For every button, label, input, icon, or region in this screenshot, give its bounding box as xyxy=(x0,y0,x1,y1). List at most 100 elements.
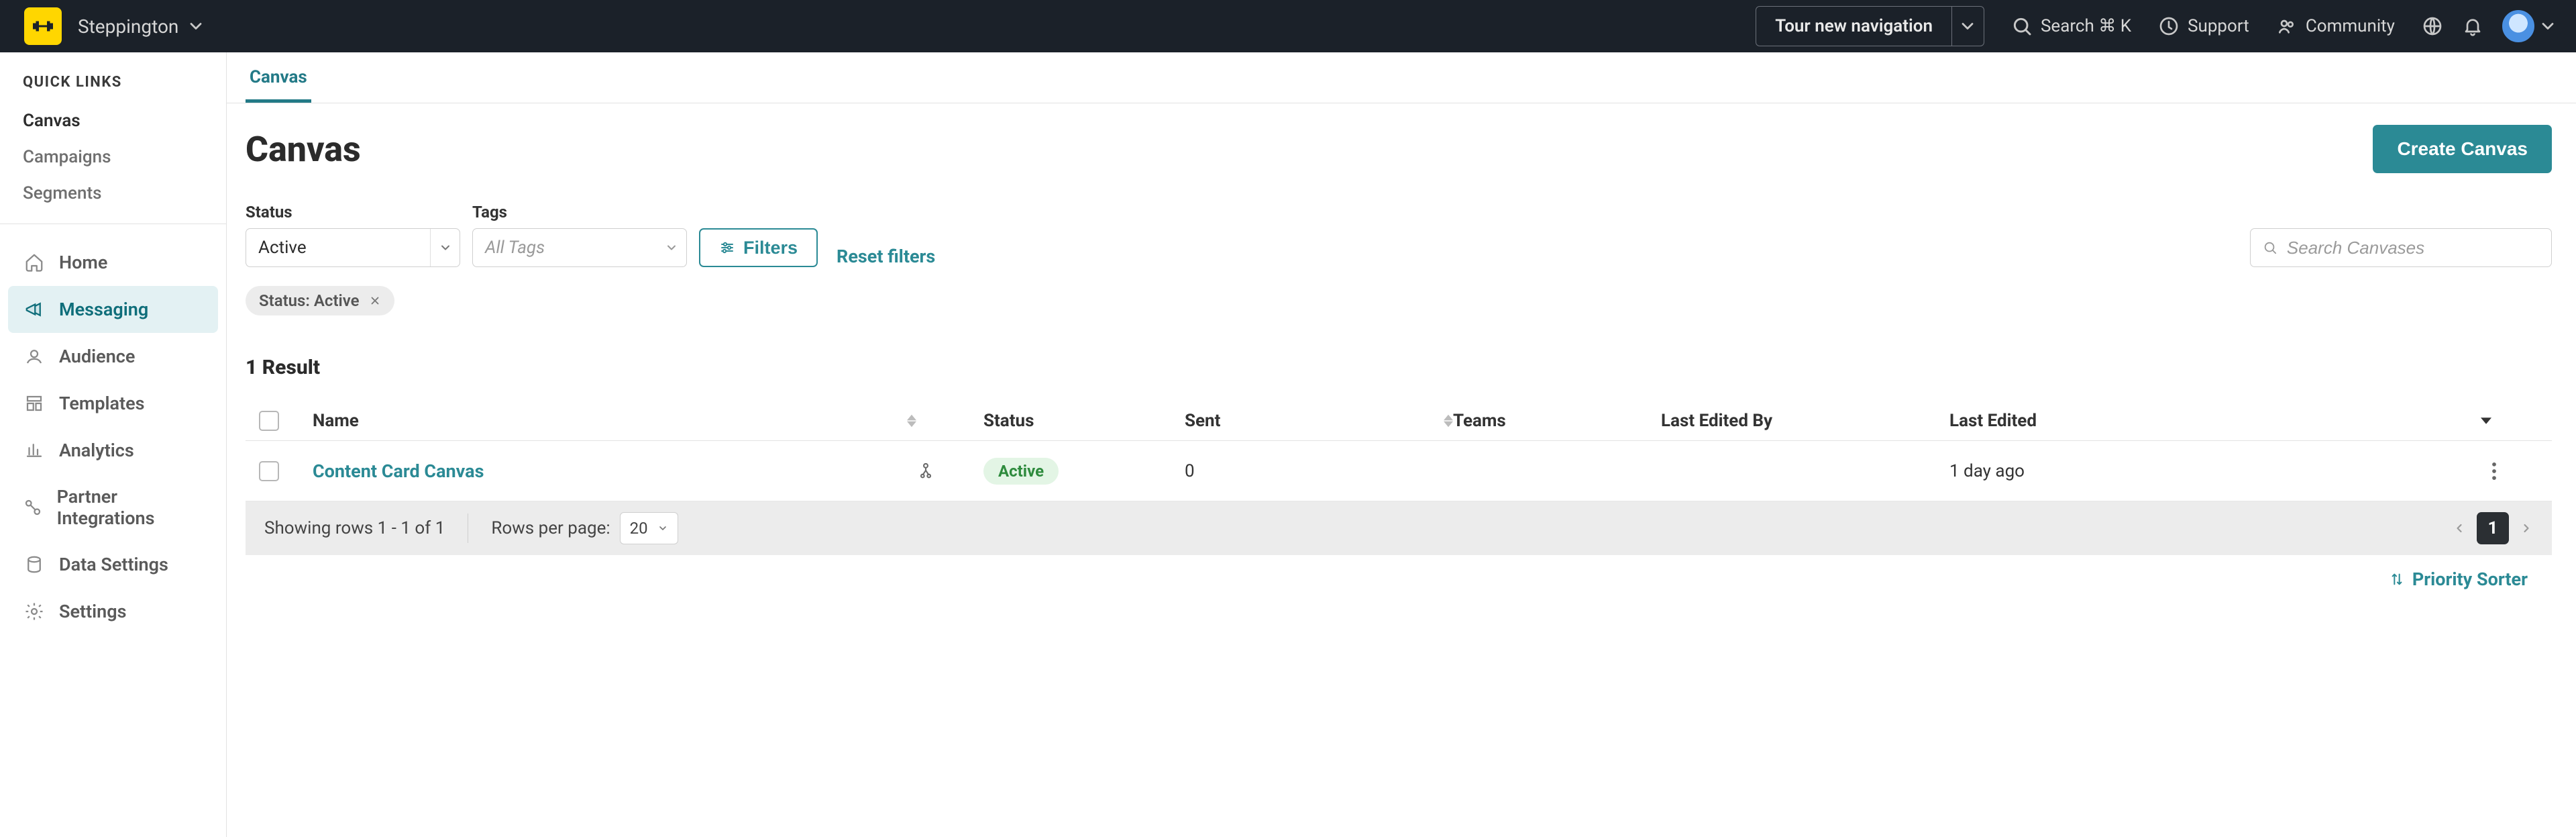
table-row: Content Card Canvas Active 0 1 day ago xyxy=(246,441,2552,501)
chevron-down-icon xyxy=(186,17,205,36)
row-actions-menu[interactable] xyxy=(2491,462,2538,480)
rows-per-page-select[interactable]: 20 xyxy=(620,512,678,544)
canvas-name-link[interactable]: Content Card Canvas xyxy=(313,460,484,482)
support-icon xyxy=(2158,15,2180,37)
workspace-switcher[interactable]: Steppington xyxy=(78,15,205,38)
search-icon xyxy=(2263,240,2277,256)
workspace-name: Steppington xyxy=(78,15,178,38)
priority-sorter-label: Priority Sorter xyxy=(2412,569,2528,590)
notifications-button[interactable] xyxy=(2462,15,2483,37)
nav-analytics[interactable]: Analytics xyxy=(8,427,218,474)
col-last-edited[interactable]: Last Edited xyxy=(1949,411,2491,431)
quick-link-segments[interactable]: Segments xyxy=(0,175,226,211)
nav-label: Templates xyxy=(59,393,145,414)
col-last-edited-label: Last Edited xyxy=(1949,411,2037,431)
filters-button[interactable]: Filters xyxy=(699,228,818,267)
tags-filter-label: Tags xyxy=(472,203,687,221)
priority-sorter-link[interactable]: Priority Sorter xyxy=(2390,569,2528,590)
integrations-icon xyxy=(23,496,44,519)
topbar: Steppington Tour new navigation Search ⌘… xyxy=(0,0,2576,52)
pagination-bar: Showing rows 1 - 1 of 1 Rows per page: 2… xyxy=(246,501,2552,555)
col-sent[interactable]: Sent xyxy=(1185,411,1453,431)
status-filter-select[interactable]: Active xyxy=(246,228,460,267)
nav-home[interactable]: Home xyxy=(8,239,218,286)
nav-messaging[interactable]: Messaging xyxy=(8,286,218,333)
page-next[interactable] xyxy=(2520,522,2533,535)
sort-icon xyxy=(1444,414,1453,428)
main: Canvas Canvas Create Canvas Status Activ… xyxy=(227,52,2576,837)
select-all-checkbox[interactable] xyxy=(259,411,279,431)
nav-label: Audience xyxy=(59,346,135,367)
tabs: Canvas xyxy=(227,52,2576,103)
nav-label: Settings xyxy=(59,601,127,622)
filters-button-label: Filters xyxy=(743,238,798,258)
audience-icon xyxy=(23,345,46,368)
filter-chip-status-active: Status: Active xyxy=(246,286,394,315)
col-name[interactable]: Name xyxy=(313,411,916,431)
community-link[interactable]: Community xyxy=(2276,15,2395,37)
col-name-label: Name xyxy=(313,411,359,431)
tour-navigation-button[interactable]: Tour new navigation xyxy=(1756,6,1984,46)
page-prev[interactable] xyxy=(2453,522,2466,535)
rows-per-page-label: Rows per page: xyxy=(491,518,610,538)
tab-canvas[interactable]: Canvas xyxy=(246,52,311,103)
megaphone-icon xyxy=(23,298,46,321)
home-icon xyxy=(23,251,46,274)
dumbbell-icon xyxy=(31,14,55,38)
search-canvases-input[interactable] xyxy=(2287,238,2539,258)
sort-updown-icon xyxy=(2390,572,2404,587)
showing-rows-text: Showing rows 1 - 1 of 1 xyxy=(264,518,445,538)
bell-icon xyxy=(2462,15,2483,37)
col-teams: Teams xyxy=(1453,411,1661,431)
table-header: Name Status Sent xyxy=(246,401,2552,441)
account-menu[interactable] xyxy=(2502,10,2557,42)
chevron-left-icon xyxy=(2453,522,2466,535)
row-last-edited-value: 1 day ago xyxy=(1949,461,2491,481)
nav-label: Analytics xyxy=(59,440,134,461)
quick-links-heading: QUICK LINKS xyxy=(0,74,226,103)
nav-partner-integrations[interactable]: Partner Integrations xyxy=(8,474,218,541)
sliders-icon xyxy=(719,240,735,256)
row-sent-value: 0 xyxy=(1185,461,1453,481)
canvas-type-icon xyxy=(916,462,983,481)
filter-chip-label: Status: Active xyxy=(259,291,360,310)
quick-link-campaigns[interactable]: Campaigns xyxy=(0,139,226,175)
tags-filter-placeholder: All Tags xyxy=(485,238,545,258)
templates-icon xyxy=(23,392,46,415)
row-checkbox[interactable] xyxy=(259,461,279,481)
nav-templates[interactable]: Templates xyxy=(8,380,218,427)
data-settings-icon xyxy=(23,553,46,576)
page-number[interactable]: 1 xyxy=(2477,512,2509,544)
support-label: Support xyxy=(2188,16,2249,36)
create-canvas-button[interactable]: Create Canvas xyxy=(2373,125,2552,173)
reset-filters-link[interactable]: Reset filters xyxy=(837,246,935,267)
support-link[interactable]: Support xyxy=(2158,15,2249,37)
nav-settings[interactable]: Settings xyxy=(8,588,218,635)
search-label: Search ⌘ K xyxy=(2041,16,2131,36)
tour-navigation-label[interactable]: Tour new navigation xyxy=(1756,7,1951,46)
quick-link-canvas[interactable]: Canvas xyxy=(0,103,226,139)
globe-icon xyxy=(2422,15,2443,37)
sort-down-icon xyxy=(2481,417,2491,425)
tags-filter-select[interactable]: All Tags xyxy=(472,228,687,267)
close-icon xyxy=(369,295,381,307)
nav-label: Messaging xyxy=(59,299,148,320)
nav-label: Data Settings xyxy=(59,554,168,575)
language-button[interactable] xyxy=(2422,15,2443,37)
filter-chip-remove[interactable] xyxy=(369,295,381,307)
status-filter-value: Active xyxy=(258,238,307,258)
community-label: Community xyxy=(2306,16,2395,36)
tour-navigation-dropdown[interactable] xyxy=(1951,7,1984,46)
gear-icon xyxy=(23,600,46,623)
rows-per-page-value: 20 xyxy=(630,519,648,538)
col-status: Status xyxy=(983,411,1185,431)
status-filter-label: Status xyxy=(246,203,460,221)
flow-icon xyxy=(916,462,935,481)
nav-data-settings[interactable]: Data Settings xyxy=(8,541,218,588)
canvas-table: Name Status Sent xyxy=(246,401,2552,555)
nav-audience[interactable]: Audience xyxy=(8,333,218,380)
chevron-right-icon xyxy=(2520,522,2533,535)
chevron-down-icon xyxy=(657,229,686,266)
nav-label: Home xyxy=(59,252,107,273)
search-canvases-box[interactable] xyxy=(2250,228,2552,267)
